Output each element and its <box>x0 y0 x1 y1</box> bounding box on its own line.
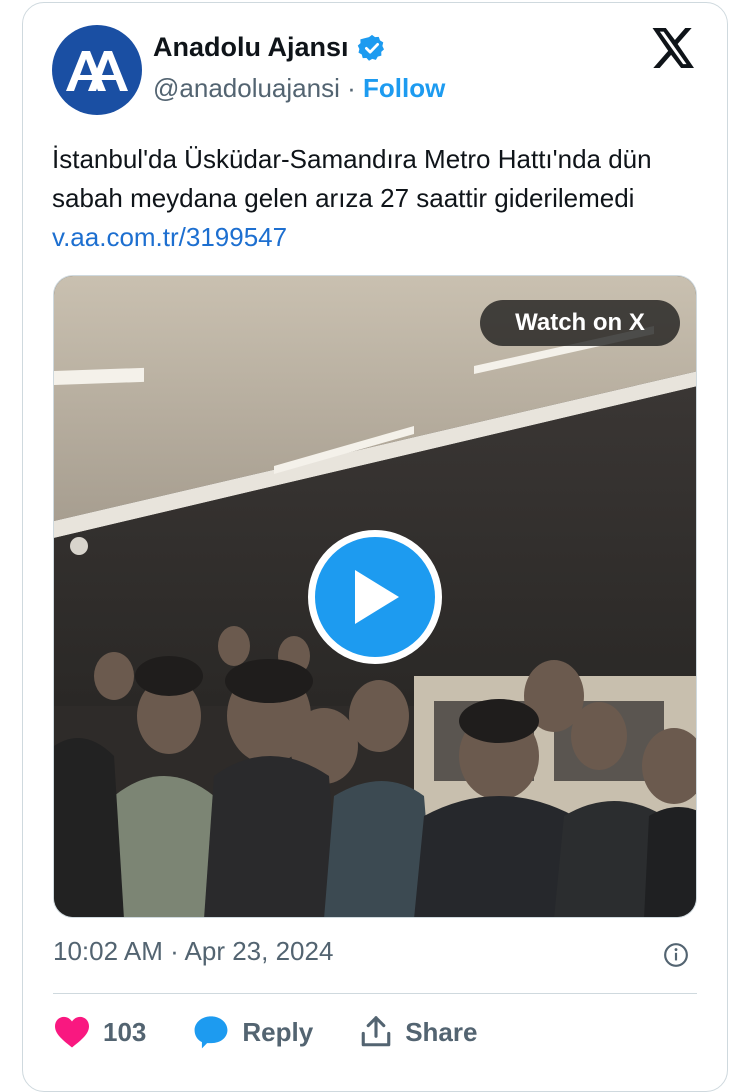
watch-on-x-button[interactable]: Watch on X <box>480 300 680 346</box>
account-name-row[interactable]: Anadolu Ajansı <box>153 32 387 63</box>
account-handle[interactable]: @anadoluajansi <box>153 73 340 103</box>
anadolu-logo-icon <box>66 51 128 91</box>
like-count: 103 <box>103 1016 147 1047</box>
tweet-text: İstanbul'da Üsküdar-Samandıra Metro Hatt… <box>52 140 712 257</box>
reply-label: Reply <box>242 1016 314 1047</box>
info-icon[interactable] <box>663 942 689 968</box>
share-upload-icon[interactable] <box>359 1015 393 1049</box>
reply-action[interactable]: Reply <box>192 1014 313 1050</box>
reply-bubble-icon[interactable] <box>192 1014 230 1050</box>
action-bar: 103 Reply Share <box>53 1010 523 1054</box>
separator-dot: · <box>347 73 356 103</box>
tweet-link[interactable]: v.aa.com.tr/3199547 <box>52 222 287 252</box>
account-name[interactable]: Anadolu Ajansı <box>153 32 349 63</box>
verified-badge-icon <box>357 34 384 61</box>
heart-icon[interactable] <box>53 1015 91 1049</box>
share-label: Share <box>405 1016 478 1047</box>
play-icon <box>355 570 399 624</box>
handle-row: @anadoluajansi · Follow <box>153 73 445 104</box>
like-action[interactable]: 103 <box>53 1015 146 1049</box>
tweet-timestamp[interactable]: 10:02 AM · Apr 23, 2024 <box>53 936 333 967</box>
x-logo-icon[interactable] <box>652 28 696 68</box>
tweet-body: İstanbul'da Üsküdar-Samandıra Metro Hatt… <box>52 144 652 213</box>
share-action[interactable]: Share <box>359 1015 477 1049</box>
follow-button[interactable]: Follow <box>363 73 445 103</box>
divider <box>53 993 697 994</box>
play-button[interactable] <box>308 530 442 664</box>
avatar[interactable] <box>52 25 142 115</box>
